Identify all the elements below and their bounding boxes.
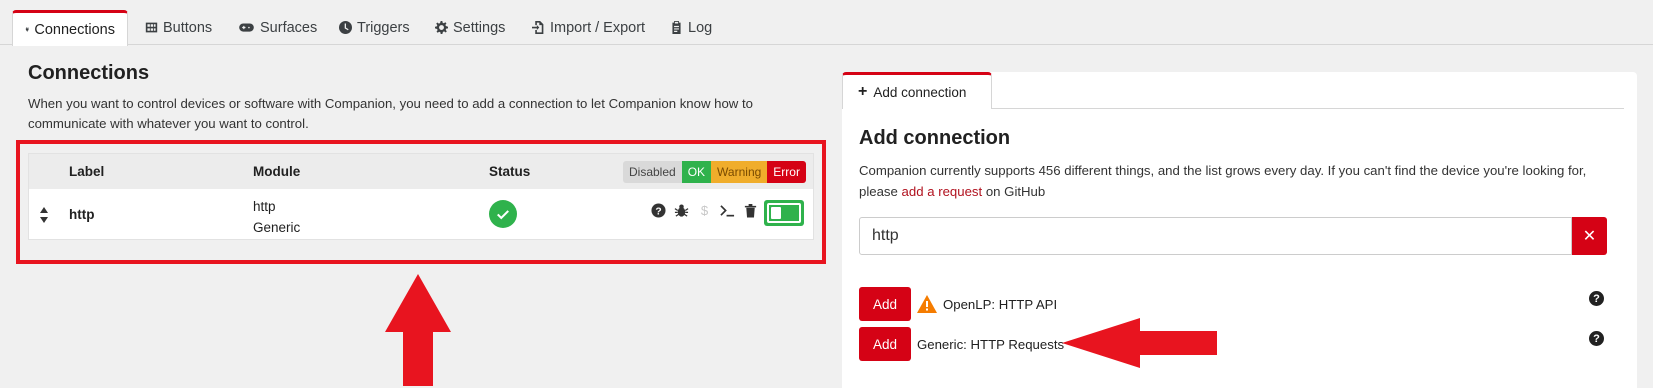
add-connection-heading: Add connection xyxy=(859,127,1011,149)
tab-buttons[interactable]: Buttons xyxy=(133,10,224,45)
add-connection-description: Companion currently supports 456 differe… xyxy=(859,160,1619,202)
tab-label: Import / Export xyxy=(550,19,646,36)
tab-label: Log xyxy=(688,19,713,36)
help-icon[interactable]: ? xyxy=(1589,291,1604,306)
list-item: Add Generic: HTTP Requests xyxy=(859,327,1064,361)
add-request-link[interactable]: add a request xyxy=(902,184,983,199)
close-icon: ✕ xyxy=(1582,228,1597,245)
tab-add-connection[interactable]: + Add connection xyxy=(842,72,992,109)
clipboard-icon xyxy=(672,21,681,34)
tab-connections[interactable]: Connections xyxy=(12,10,128,46)
result-label: OpenLP: HTTP API xyxy=(943,296,1058,312)
tab-label: Add connection xyxy=(873,84,967,100)
add-generic-http-button[interactable]: Add xyxy=(859,327,911,361)
tab-log[interactable]: Log xyxy=(658,10,724,45)
annotation-arrow-up-icon xyxy=(385,274,451,386)
gamepad-icon xyxy=(239,23,254,32)
list-item: Add OpenLP: HTTP API xyxy=(859,287,1057,321)
connections-heading: Connections xyxy=(28,62,150,84)
tab-triggers[interactable]: Triggers xyxy=(327,10,422,45)
tab-label: Connections xyxy=(34,21,115,38)
clock-icon xyxy=(339,21,352,34)
description-text-end: on GitHub xyxy=(982,184,1046,199)
file-import-icon xyxy=(532,21,544,34)
plug-icon xyxy=(25,27,29,32)
module-search-input[interactable] xyxy=(859,217,1572,255)
connections-description: When you want to control devices or soft… xyxy=(28,96,753,131)
tab-label: Triggers xyxy=(357,19,410,36)
tab-label: Surfaces xyxy=(260,19,318,36)
result-label: Generic: HTTP Requests xyxy=(917,336,1065,352)
plus-icon: + xyxy=(858,83,868,100)
tab-label: Settings xyxy=(453,19,506,36)
tab-settings[interactable]: Settings xyxy=(423,10,517,45)
help-icon[interactable]: ? xyxy=(1589,331,1604,346)
grid-icon xyxy=(145,22,158,33)
tab-label: Buttons xyxy=(163,19,213,36)
warning-icon xyxy=(917,295,937,313)
annotation-arrow-left-icon xyxy=(1062,318,1217,368)
main-tab-bar: Connections Buttons Surfaces Triggers Se… xyxy=(0,0,1653,46)
cog-icon xyxy=(435,21,448,34)
add-openlp-button[interactable]: Add xyxy=(859,287,911,321)
tab-surfaces[interactable]: Surfaces xyxy=(226,10,329,45)
tab-divider xyxy=(992,108,1624,109)
annotation-highlight-box xyxy=(16,140,826,264)
clear-search-button[interactable]: ✕ xyxy=(1572,217,1607,255)
tab-import-export[interactable]: Import / Export xyxy=(520,10,657,45)
